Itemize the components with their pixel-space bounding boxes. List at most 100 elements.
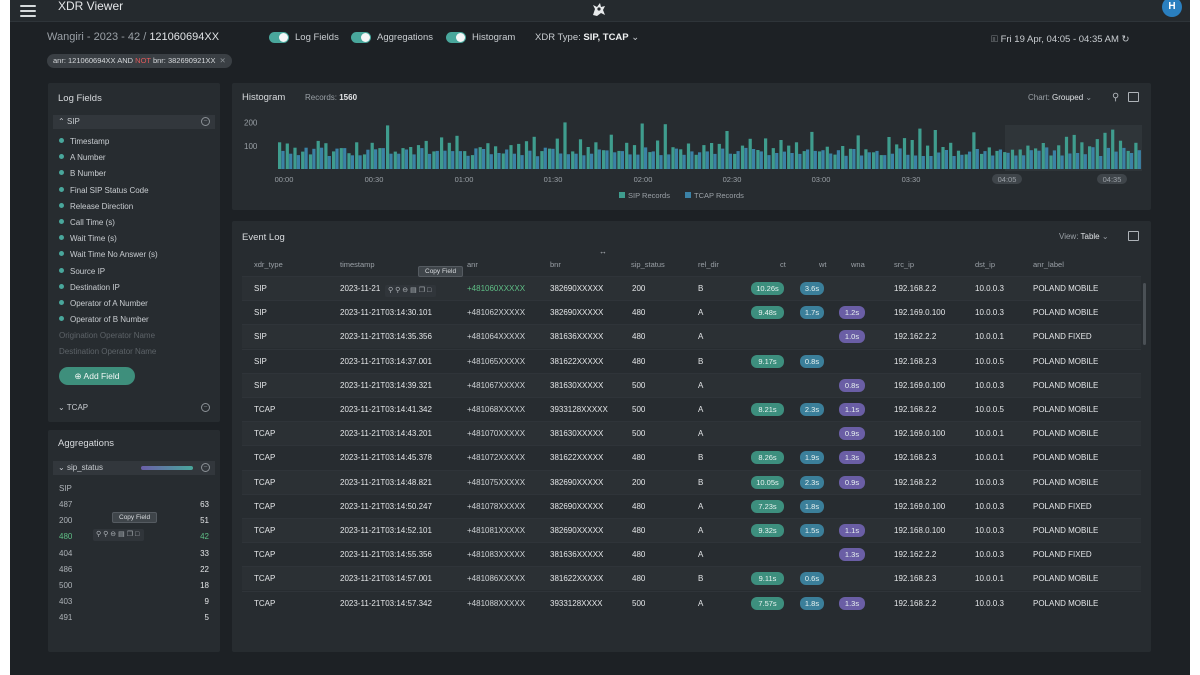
column-header-bnr[interactable]: bnr [550, 260, 561, 269]
toggle-aggregations[interactable]: Aggregations [351, 32, 433, 43]
toggle-histogram[interactable]: Histogram [446, 32, 515, 43]
close-icon[interactable]: ✕ [220, 56, 226, 65]
table-row[interactable]: TCAP 2023-11-21T03:14:48.821 +481075XXXXX 3… [242, 469, 1141, 494]
vertical-scrollbar[interactable] [1143, 283, 1146, 345]
minus-circle-icon[interactable]: – [201, 117, 210, 126]
aggregation-value: 404 [59, 548, 73, 558]
field-item[interactable]: Operator of B Number [59, 315, 149, 324]
histogram-bar [833, 154, 837, 169]
field-item[interactable]: A Number [59, 153, 106, 162]
aggregation-row[interactable]: 486 22 [59, 565, 209, 574]
breadcrumb[interactable]: Wangiri - 2023 - 42 / 121060694XX [47, 31, 219, 43]
xdr-type-dropdown[interactable]: XDR Type: SIP, TCAP ⌄ [535, 32, 639, 43]
aggregation-row[interactable]: 491 5 [59, 613, 209, 622]
cell-anr_label: POLAND MOBILE [1033, 380, 1099, 390]
aggregation-row[interactable]: 487 63 [59, 500, 209, 509]
aggregation-row[interactable]: 403 9 [59, 597, 209, 606]
date-range-picker[interactable]: 🗉 Fri 19 Apr, 04:05 - 04:35 AM ↻ [991, 32, 1130, 48]
column-header-wt[interactable]: wt [819, 260, 827, 269]
toggle-switch[interactable] [269, 32, 289, 43]
aggregation-field-header[interactable]: ⌄ sip_status – [53, 461, 215, 475]
aggregation-row[interactable]: 404 33 [59, 549, 209, 558]
histogram-bar [764, 138, 768, 169]
table-row[interactable]: SIP 2023-11-21T03:14:39.321 +481067XXXXX 38… [242, 372, 1141, 397]
field-item[interactable]: Call Time (s) [59, 218, 115, 227]
refresh-icon[interactable]: ↻ [1122, 34, 1130, 45]
column-resize-icon[interactable]: ↔ [599, 247, 607, 256]
toggle-log-fields[interactable]: Log Fields [269, 32, 339, 43]
table-row[interactable]: TCAP 2023-11-21T03:14:43.201 +481070XXXXX 3… [242, 421, 1141, 446]
table-row[interactable]: TCAP 2023-11-21T03:14:45.378 +481072XXXXX 3… [242, 445, 1141, 469]
field-item-inactive[interactable]: Origination Operator Name [59, 331, 155, 340]
view-mode-dropdown[interactable]: View: Table ⌄ [1059, 232, 1109, 241]
field-item[interactable]: B Number [59, 169, 106, 178]
field-item[interactable]: Wait Time No Answer (s) [59, 250, 158, 259]
field-item[interactable]: Operator of A Number [59, 299, 148, 308]
column-header-timestamp[interactable]: timestamp [340, 260, 375, 269]
histogram-bar [906, 154, 910, 169]
table-row[interactable]: SIP 2023-11-21T03:14:37.001 +481065XXXXX 38… [242, 348, 1141, 373]
column-header-ct[interactable]: ct [780, 260, 786, 269]
minus-circle-icon[interactable]: – [201, 463, 210, 472]
table-row[interactable]: TCAP 2023-11-21T03:14:57.342 +481088XXXXX 3… [242, 590, 1141, 615]
table-row[interactable]: TCAP 2023-11-21T03:14:50.247 +481078XXXXX 3… [242, 493, 1141, 518]
column-header-dst_ip[interactable]: dst_ip [975, 260, 995, 269]
histogram-bar [667, 154, 671, 169]
column-header-sip_status[interactable]: sip_status [631, 260, 665, 269]
histogram-bar [640, 123, 644, 169]
pill-wt: 0.6s [800, 572, 824, 586]
cell-rel_dir: A [698, 332, 704, 342]
table-row[interactable]: TCAP 2023-11-21T03:14:55.356 +481083XXXXX 3… [242, 542, 1141, 566]
hamburger-menu-icon[interactable] [20, 3, 36, 17]
row-action-icons[interactable]: ⚲⚲⊖▤❐□ [93, 529, 145, 542]
histogram-bar [949, 142, 953, 169]
column-header-anr[interactable]: anr [467, 260, 478, 269]
row-action-icons[interactable]: ⚲⚲⊖▤❐□ [385, 285, 437, 297]
histogram-bar [995, 150, 999, 169]
cell-anr_label: POLAND MOBILE [1033, 429, 1099, 439]
column-header-wna[interactable]: wna [851, 260, 865, 269]
field-item[interactable]: Timestamp [59, 137, 109, 146]
column-header-src_ip[interactable]: src_ip [894, 260, 914, 269]
field-item[interactable]: Final SIP Status Code [59, 186, 149, 195]
pill-ct: 8.26s [751, 451, 784, 465]
zoom-icon[interactable]: ⚲ [1112, 92, 1119, 103]
toggle-switch[interactable] [351, 32, 371, 43]
tcap-group-header[interactable]: ⌄ TCAP – [53, 401, 215, 415]
field-item-inactive[interactable]: Destination Operator Name [59, 347, 156, 356]
column-header-xdr_type[interactable]: xdr_type [254, 260, 283, 269]
field-item[interactable]: Release Direction [59, 202, 133, 211]
column-header-rel_dir[interactable]: rel_dir [698, 260, 719, 269]
breadcrumb-prefix[interactable]: Wangiri - 2023 - 42 / [47, 31, 149, 43]
histogram-bar [918, 128, 922, 169]
pill-ct: 7.23s [751, 499, 784, 513]
table-row[interactable]: SIP 2023-11-21T03:14:35.356 +481064XXXXX 38… [242, 324, 1141, 349]
cell-anr_label: POLAND MOBILE [1033, 356, 1099, 366]
chart-mode-dropdown[interactable]: Chart: Grouped ⌄ [1028, 93, 1092, 102]
field-item[interactable]: Wait Time (s) [59, 234, 117, 243]
table-row[interactable]: TCAP 2023-11-21T03:14:52.101 +481081XXXXX 3… [242, 518, 1141, 542]
expand-icon[interactable] [1128, 92, 1139, 102]
add-field-button[interactable]: ⊕ Add Field [59, 367, 135, 385]
pill-ct: 9.11s [751, 572, 784, 586]
expand-icon[interactable] [1128, 231, 1139, 241]
histogram-bar [1130, 153, 1134, 169]
field-item[interactable]: Source IP [59, 267, 105, 276]
field-item[interactable]: Destination IP [59, 283, 120, 292]
aggregation-count: 51 [200, 516, 209, 526]
column-header-anr_label[interactable]: anr_label [1033, 260, 1064, 269]
table-row[interactable]: TCAP 2023-11-21T03:14:57.001 +481086XXXXX 3… [242, 566, 1141, 591]
toggle-switch[interactable] [446, 32, 466, 43]
aggregation-row[interactable]: 480 42 ⚲⚲⊖▤❐□ [59, 529, 209, 542]
aggregation-row[interactable]: 500 18 [59, 581, 209, 590]
cell-xdr_type: TCAP [254, 453, 276, 463]
filter-chip[interactable]: anr: 121060694XX AND NOT bnr: 382690921X… [47, 54, 232, 68]
sip-group-header[interactable]: ⌃ SIP – [53, 115, 215, 129]
table-row[interactable]: TCAP 2023-11-21T03:14:41.342 +481068XXXXX 3… [242, 397, 1141, 421]
histogram-bar [829, 153, 833, 169]
user-avatar[interactable]: H [1162, 0, 1182, 17]
table-row[interactable]: SIP 2023-11-21T03:14:30.101 +481062XXXXX 38… [242, 300, 1141, 324]
minus-circle-icon[interactable]: – [201, 403, 210, 412]
table-row[interactable]: SIP 2023-11-21 +481060XXXXX 382690XXXXX 200 B… [242, 276, 1141, 300]
histogram-bar [872, 152, 876, 169]
